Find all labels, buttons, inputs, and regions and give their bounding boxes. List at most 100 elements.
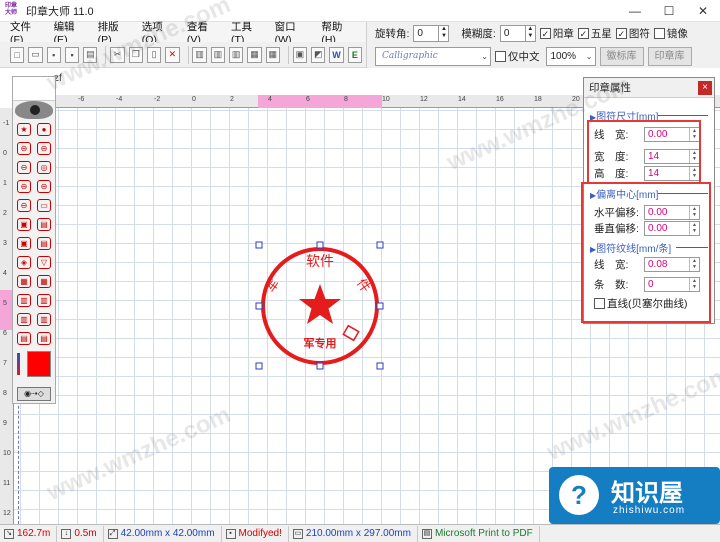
font-select[interactable]: Calligraphic ⌄ (375, 47, 491, 66)
arrange-icon[interactable]: ▦ (265, 46, 280, 63)
grid-seal-icon[interactable]: ▥ (17, 294, 31, 307)
diamond-seal-icon[interactable]: ◈ (17, 256, 31, 269)
square-seal-icon[interactable]: ▣ (17, 218, 31, 231)
grid-seal-icon[interactable]: ▦ (17, 275, 31, 288)
badge-title: 知识屋 (611, 480, 683, 507)
mirror-checkbox[interactable]: 镜像 (653, 26, 688, 41)
printer-icon: ▤ (421, 528, 432, 539)
save-icon[interactable]: ▪ (46, 46, 61, 63)
seal-glyph (342, 324, 360, 342)
grid-seal-icon[interactable]: ▥ (17, 313, 31, 326)
arrow-down-icon: ↓ (61, 528, 72, 539)
rect-seal-icon[interactable]: ▤ (37, 218, 51, 231)
ruler-tick-label: -6 (78, 96, 85, 103)
minimize-button[interactable]: — (618, 0, 652, 22)
distribute-icon[interactable]: ▦ (247, 46, 262, 63)
status-size: ⤢ 42.00mm x 42.00mm (107, 525, 222, 542)
rotation-input[interactable]: 0 (413, 25, 440, 42)
grid-seal-icon[interactable]: ▦ (37, 275, 51, 288)
word-icon[interactable]: W (329, 46, 344, 63)
eye-icon[interactable] (15, 101, 53, 119)
ruler-tick-label: 8 (3, 390, 7, 397)
ellipse-seal-icon[interactable]: ◎ (37, 161, 51, 174)
color-swatch[interactable] (27, 351, 51, 377)
ruler-tick-label: 10 (3, 450, 11, 457)
emblem-library-button[interactable]: 徽标库 (599, 47, 644, 66)
ruler-tick-label: 9 (3, 420, 7, 427)
ellipse-seal-icon[interactable]: ⊖ (37, 180, 51, 193)
new-file-icon[interactable]: □ (10, 46, 25, 63)
disk-icon: ▪ (225, 528, 236, 539)
resize-handle[interactable] (316, 241, 324, 249)
only-chinese-checkbox[interactable]: 仅中文 (495, 49, 540, 64)
ruler-tick-label: 18 (534, 96, 542, 103)
seal-top-text: 软件 (306, 254, 334, 270)
close-button[interactable]: ✕ (686, 0, 720, 22)
oval-seal-icon[interactable]: ⊖ (17, 142, 31, 155)
ruler-tick-label: 1 (3, 180, 7, 187)
delete-icon[interactable]: ✕ (165, 46, 180, 63)
rect-seal-icon[interactable]: ▤ (17, 332, 31, 345)
resize-handle[interactable] (255, 241, 263, 249)
toolbar-divider (287, 45, 289, 64)
square-seal-icon[interactable]: ▣ (17, 237, 31, 250)
resize-handle[interactable] (255, 302, 263, 310)
export-icon[interactable]: ◩ (311, 46, 326, 63)
palette-tools-icon[interactable]: ◉⇢◇ (17, 387, 51, 401)
excel-icon[interactable]: E (347, 46, 362, 63)
color-gradient[interactable] (17, 353, 20, 375)
status-modified: ▪ Modifyed! (225, 525, 289, 542)
rect-seal-icon[interactable]: ▭ (37, 199, 51, 212)
resize-handle[interactable] (316, 362, 324, 370)
grid-seal-icon[interactable]: ▥ (37, 313, 51, 326)
resize-handle[interactable] (255, 362, 263, 370)
star-icon (299, 284, 341, 324)
ruler-tick-label: 12 (3, 510, 11, 517)
ellipse-seal-icon[interactable]: ⊖ (17, 199, 31, 212)
star-seal-icon[interactable]: ★ (17, 123, 31, 136)
ruler-tick-label: 2 (230, 96, 234, 103)
triangle-seal-icon[interactable]: ▽ (37, 256, 51, 269)
chevron-down-icon: ⌄ (585, 52, 593, 61)
rect-seal-icon[interactable]: ▤ (37, 332, 51, 345)
ruler-tick-label: -2 (154, 96, 161, 103)
check-icon: ✓ (539, 28, 551, 39)
square-seal-icon[interactable]: ▤ (37, 237, 51, 250)
oval-seal-icon[interactable]: ⊖ (37, 142, 51, 155)
highlight-box (587, 120, 701, 184)
resize-handle[interactable] (376, 241, 384, 249)
image-icon[interactable]: ▣ (292, 46, 308, 63)
page-icon: ▭ (292, 528, 303, 539)
highlight-box (581, 182, 711, 323)
rotation-spinner[interactable]: ▲ ▼ (439, 25, 450, 42)
seal-options-toolbar: 旋转角: 0 ▲ ▼ 模糊度: 0 ▲ ▼ ✓ 阳章 ✓ 五星 ✓ 图符 镜像 Calli… (366, 22, 720, 68)
maximize-button[interactable]: ☐ (652, 0, 686, 22)
seal-library-button[interactable]: 印章库 (647, 47, 692, 66)
close-icon[interactable]: × (698, 81, 712, 95)
resize-handle[interactable] (376, 302, 384, 310)
status-bar: ↘ 162.7m ↓ 0.5m ⤢ 42.00mm x 42.00mm ▪ Modify… (0, 524, 720, 542)
question-icon: ? (559, 475, 599, 515)
ellipse-seal-icon[interactable]: ⊖ (17, 180, 31, 193)
rotation-label: 旋转角: (375, 28, 410, 40)
grid-seal-icon[interactable]: ▥ (37, 294, 51, 307)
positive-seal-checkbox[interactable]: ✓ 阳章 (539, 26, 574, 41)
ruler-tick-label: -4 (116, 96, 123, 103)
resize-handle[interactable] (376, 362, 384, 370)
align-right-icon[interactable]: ▥ (229, 46, 244, 63)
blur-input[interactable]: 0 (499, 25, 526, 42)
align-center-icon[interactable]: ▥ (210, 46, 226, 63)
symbol-checkbox[interactable]: ✓ 图符 (615, 26, 650, 41)
star-checkbox[interactable]: ✓ 五星 (577, 26, 612, 41)
blur-spinner[interactable]: ▲ ▼ (525, 25, 536, 42)
align-left-icon[interactable]: ▥ (192, 46, 207, 63)
divider (658, 115, 708, 116)
check-icon: ✓ (577, 28, 589, 39)
zoom-select[interactable]: 100% ⌄ (545, 47, 596, 66)
open-folder-icon[interactable]: ▭ (28, 46, 43, 63)
seal-preview[interactable]: 软件 军专用 军 件 (250, 236, 390, 376)
round-seal-icon[interactable]: ● (37, 123, 51, 136)
ruler-tick-label: 14 (458, 96, 466, 103)
size-icon: ⤢ (107, 528, 118, 539)
ellipse-seal-icon[interactable]: ⊖ (17, 161, 31, 174)
